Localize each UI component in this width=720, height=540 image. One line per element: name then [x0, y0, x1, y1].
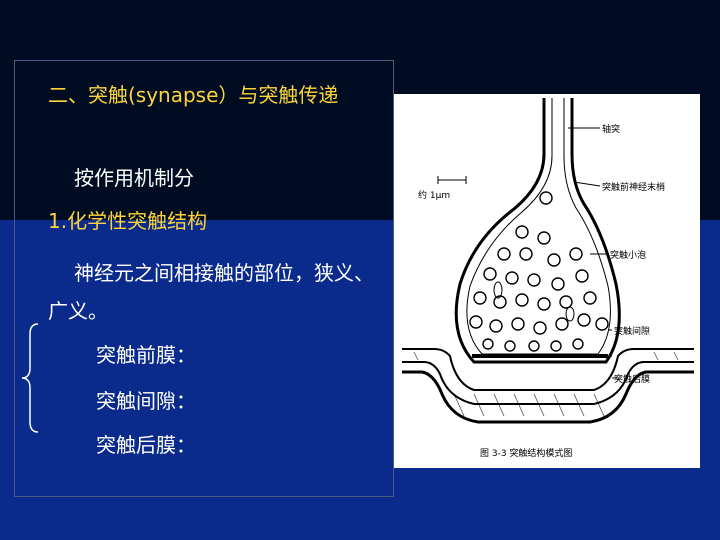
figure-caption: 图 3-3 突触结构模式图: [480, 447, 572, 459]
item-postsynaptic: 突触后膜：: [96, 433, 196, 457]
definition-text: 神经元之间相接触的部位，狭义、广义。: [48, 261, 374, 323]
synapse-diagram: 约 1μm 轴突 突触前神经末梢 突触小泡 突触间隙 突触后膜 图 3-3 突触…: [394, 94, 700, 468]
classify-line: 按作用机制分: [74, 166, 194, 190]
label-vesicle: 突触小泡: [610, 249, 646, 261]
left-brace-icon: [21, 323, 39, 433]
item-presynaptic: 突触前膜：: [96, 343, 196, 367]
slide-title: 二、突触(synapse）与突触传递: [48, 83, 339, 107]
scale-label: 约 1μm: [418, 189, 450, 201]
chemical-synapse-heading: 1.化学性突触结构: [48, 209, 208, 233]
item-cleft: 突触间隙：: [96, 389, 196, 413]
label-postsynaptic: 突触后膜: [614, 373, 650, 385]
label-axon: 轴突: [602, 123, 620, 135]
label-terminal: 突触前神经末梢: [602, 181, 665, 193]
label-cleft: 突触间隙: [614, 325, 650, 337]
